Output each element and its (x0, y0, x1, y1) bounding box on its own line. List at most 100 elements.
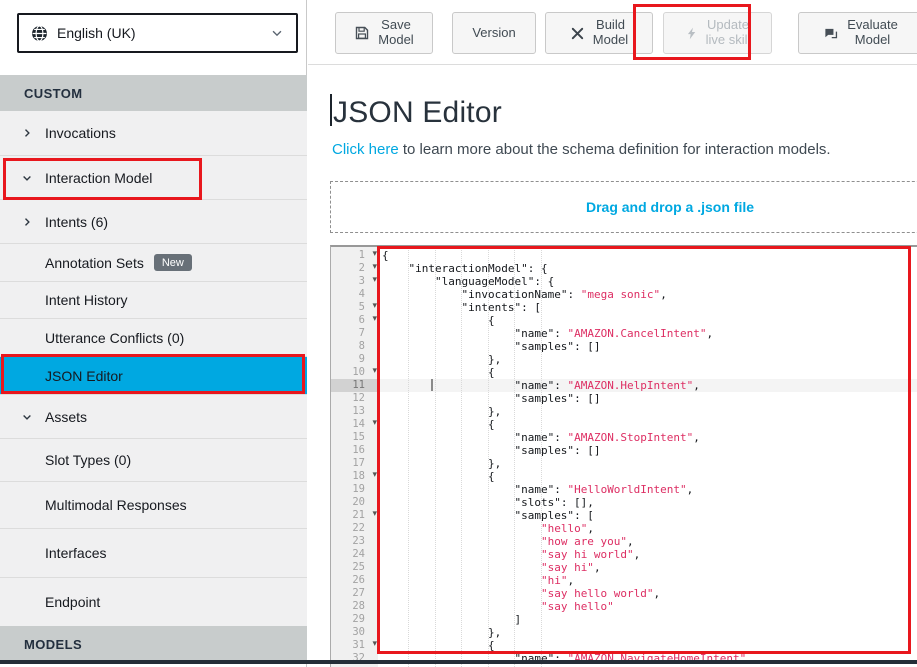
build-model-button[interactable]: Build Model (545, 12, 653, 54)
bottom-divider (0, 660, 917, 664)
sidebar-item-label: Intents (6) (45, 214, 108, 230)
code-line: "samples": [ (378, 509, 917, 522)
sidebar-item-annotation-sets[interactable]: Annotation SetsNew (0, 243, 307, 281)
line-number: 22 (352, 522, 365, 534)
sidebar-item-intents-6[interactable]: Intents (6) (0, 199, 307, 243)
code-line: { (378, 249, 917, 262)
code-line: "hello", (378, 522, 917, 535)
chevron-right-icon (21, 127, 33, 139)
sidebar-item-utterance-conflicts-0[interactable]: Utterance Conflicts (0) (0, 318, 307, 356)
line-number: 21 (352, 509, 365, 521)
sidebar-item-label: Endpoint (45, 594, 100, 610)
line-number: 9 (359, 353, 365, 365)
json-code-editor[interactable]: 1▾2▾3▾45▾6▾78910▾11121314▾15161718▾19202… (330, 245, 917, 667)
line-number: 16 (352, 444, 365, 456)
fold-arrow-icon[interactable]: ▾ (372, 469, 377, 482)
fold-arrow-icon[interactable]: ▾ (372, 638, 377, 651)
line-number: 7 (359, 327, 365, 339)
sidebar-item-label: Multimodal Responses (45, 497, 187, 513)
line-number: 8 (359, 340, 365, 352)
line-number: 2 (359, 262, 365, 274)
fold-arrow-icon[interactable]: ▾ (372, 274, 377, 287)
sidebar-item-endpoint[interactable]: Endpoint (0, 577, 307, 626)
text-cursor (330, 94, 332, 126)
page-title: JSON Editor (330, 94, 502, 130)
sidebar-item-slot-types-0[interactable]: Slot Types (0) (0, 438, 307, 481)
save-model-button[interactable]: Save Model (335, 12, 433, 54)
models-header-label: MODELS (24, 637, 82, 652)
new-badge: New (154, 254, 192, 271)
sidebar-item-label: Slot Types (0) (45, 452, 131, 468)
alexa-developer-console: English (UK) CUSTOM Invocations Interacti… (0, 0, 917, 667)
code-line: "name": "AMAZON.CancelIntent", (378, 327, 917, 340)
code-line: "how are you", (378, 535, 917, 548)
line-number: 13 (352, 405, 365, 417)
code-line: { (378, 314, 917, 327)
page-title-text: JSON Editor (333, 96, 502, 129)
sidebar: English (UK) CUSTOM Invocations Interacti… (0, 0, 307, 667)
code-line: { (378, 418, 917, 431)
fold-arrow-icon[interactable]: ▾ (372, 365, 377, 378)
line-number: 28 (352, 600, 365, 612)
globe-icon (31, 25, 48, 42)
toolbar: Save Model Version Build ModelUpdate live … (308, 0, 917, 65)
update-live-skill-button[interactable]: Update live skill (663, 12, 772, 54)
line-number: 14 (352, 418, 365, 430)
code-line: "invocationName": "mega sonic", (378, 288, 917, 301)
fold-arrow-icon[interactable]: ▾ (372, 261, 377, 274)
code-line: "samples": [] (378, 340, 917, 353)
code-line: }, (378, 626, 917, 639)
button-label: Version (472, 26, 515, 41)
code-line: "samples": [] (378, 392, 917, 405)
sidebar-item-multimodal-responses[interactable]: Multimodal Responses (0, 481, 307, 528)
fold-arrow-icon[interactable]: ▾ (372, 248, 377, 261)
sidebar-item-label: Interfaces (45, 545, 106, 561)
sidebar-section-custom: CUSTOM (0, 75, 307, 111)
line-number: 25 (352, 561, 365, 573)
fold-arrow-icon[interactable]: ▾ (372, 313, 377, 326)
line-number: 20 (352, 496, 365, 508)
sidebar-item-label: Interaction Model (45, 170, 152, 186)
line-number: 11 (352, 379, 365, 391)
line-number: 10 (352, 366, 365, 378)
build-icon (570, 26, 585, 41)
sidebar-item-assets[interactable]: Assets (0, 394, 307, 438)
sidebar-item-intent-history[interactable]: Intent History (0, 281, 307, 318)
evaluate-model-button[interactable]: Evaluate Model (798, 12, 917, 54)
code-line: { (378, 639, 917, 652)
json-dropzone[interactable]: Drag and drop a .json file (330, 181, 917, 233)
custom-header-label: CUSTOM (24, 86, 83, 101)
code-line: }, (378, 405, 917, 418)
chevron-right-icon (21, 216, 33, 228)
code-line: "interactionModel": { (378, 262, 917, 275)
line-number: 4 (359, 288, 365, 300)
line-number: 5 (359, 301, 365, 313)
line-number: 12 (352, 392, 365, 404)
sidebar-item-interaction-model[interactable]: Interaction Model (0, 155, 307, 199)
language-selector[interactable]: English (UK) (17, 13, 298, 53)
version-button[interactable]: Version (452, 12, 536, 54)
code-line: "name": "HelloWorldIntent", (378, 483, 917, 496)
sidebar-item-invocations[interactable]: Invocations (0, 111, 307, 155)
sidebar-item-label: Intent History (45, 292, 127, 308)
sidebar-nav: Invocations Interaction Model Intents (6) A… (0, 111, 307, 626)
main-content: Save Model Version Build ModelUpdate live … (308, 0, 917, 667)
click-here-link[interactable]: Click here (332, 141, 399, 158)
code-line: ] (378, 613, 917, 626)
sidebar-item-json-editor[interactable]: JSON Editor (0, 356, 307, 394)
fold-arrow-icon[interactable]: ▾ (372, 508, 377, 521)
line-number: 24 (352, 548, 365, 560)
sidebar-item-label: Invocations (45, 125, 116, 141)
fold-arrow-icon[interactable]: ▾ (372, 300, 377, 313)
line-number: 18 (352, 470, 365, 482)
editor-code-area[interactable]: { "interactionModel": { "languageModel":… (378, 247, 917, 667)
line-number: 3 (359, 275, 365, 287)
sidebar-item-interfaces[interactable]: Interfaces (0, 528, 307, 577)
lightning-icon (685, 26, 698, 41)
line-number: 27 (352, 587, 365, 599)
fold-arrow-icon[interactable]: ▾ (372, 417, 377, 430)
line-number: 15 (352, 431, 365, 443)
sidebar-item-label: Utterance Conflicts (0) (45, 330, 184, 346)
code-line: "say hi world", (378, 548, 917, 561)
line-number: 29 (352, 613, 365, 625)
